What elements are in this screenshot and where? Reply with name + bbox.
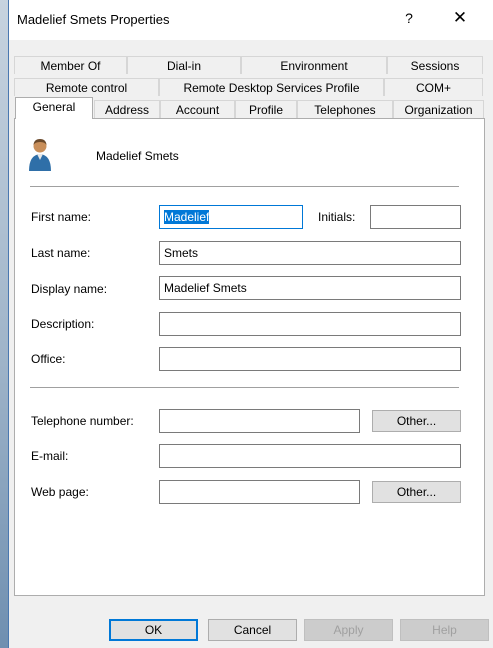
tab-remote-control[interactable]: Remote control (14, 78, 159, 96)
tab-environment[interactable]: Environment (241, 56, 387, 74)
title-bar: Madelief Smets Properties ? ✕ (9, 0, 493, 40)
tab-account[interactable]: Account (160, 100, 235, 118)
web-page-label: Web page: (31, 485, 89, 499)
separator (30, 387, 459, 389)
tab-dial-in[interactable]: Dial-in (127, 56, 241, 74)
email-field[interactable] (159, 444, 461, 468)
web-page-field[interactable] (159, 480, 360, 504)
separator (30, 186, 459, 188)
user-icon (29, 139, 51, 171)
tab-telephones[interactable]: Telephones (297, 100, 393, 118)
tab-address[interactable]: Address (94, 100, 160, 118)
tab-profile[interactable]: Profile (235, 100, 297, 118)
display-name-label: Display name: (31, 282, 108, 296)
apply-button[interactable]: Apply (304, 619, 393, 641)
office-label: Office: (31, 352, 66, 366)
tab-general[interactable]: General (15, 97, 93, 119)
close-button[interactable]: ✕ (447, 8, 473, 32)
web-page-other-button[interactable]: Other... (372, 481, 461, 503)
cancel-button[interactable]: Cancel (208, 619, 297, 641)
tab-organization[interactable]: Organization (393, 100, 484, 118)
first-name-label: First name: (31, 210, 92, 224)
initials-label: Initials: (318, 210, 356, 224)
telephone-other-button[interactable]: Other... (372, 410, 461, 432)
tab-com-plus[interactable]: COM+ (384, 78, 483, 96)
tab-member-of[interactable]: Member Of (14, 56, 127, 74)
help-button[interactable]: Help (400, 619, 489, 641)
telephone-number-field[interactable] (159, 409, 360, 433)
office-field[interactable] (159, 347, 461, 371)
user-display-header: Madelief Smets (96, 149, 179, 163)
description-label: Description: (31, 317, 95, 331)
last-name-label: Last name: (31, 246, 91, 260)
first-name-value: Madelief (164, 210, 210, 224)
last-name-field[interactable]: Smets (159, 241, 461, 265)
display-name-field[interactable]: Madelief Smets (159, 276, 461, 300)
email-label: E-mail: (31, 449, 69, 463)
window-title: Madelief Smets Properties (17, 12, 170, 27)
tab-sessions[interactable]: Sessions (387, 56, 483, 74)
first-name-field[interactable]: Madelief (159, 205, 303, 229)
telephone-number-label: Telephone number: (31, 414, 134, 428)
initials-field[interactable] (370, 205, 461, 229)
tab-rds-profile[interactable]: Remote Desktop Services Profile (159, 78, 384, 96)
description-field[interactable] (159, 312, 461, 336)
help-question-button[interactable]: ? (399, 10, 419, 30)
ok-button[interactable]: OK (109, 619, 198, 641)
